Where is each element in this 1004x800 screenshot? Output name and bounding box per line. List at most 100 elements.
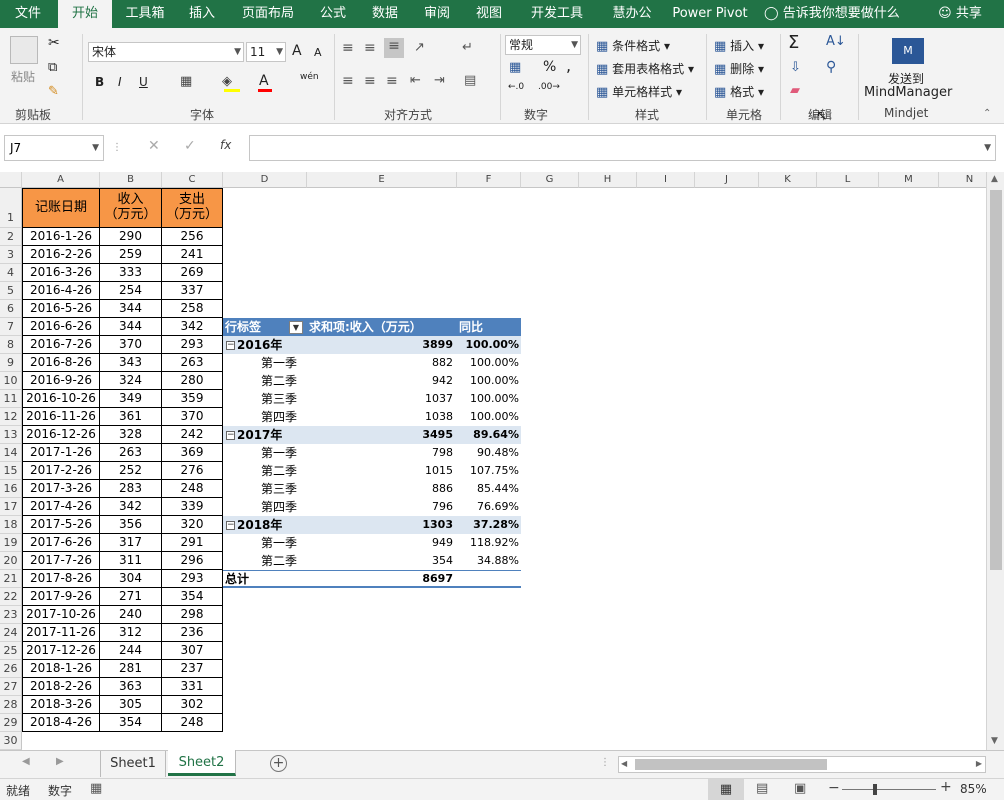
row-header[interactable]: 7	[0, 318, 22, 336]
table-cell[interactable]: 2016-7-26	[22, 336, 100, 354]
insert-cells-button[interactable]: ▦ 插入 ▾	[714, 37, 764, 54]
row-header[interactable]: 24	[0, 624, 22, 642]
table-cell[interactable]: 298	[162, 606, 223, 624]
sheet-prev-icon[interactable]: ◀	[22, 756, 30, 767]
pivot-sum-value[interactable]: 3495	[307, 426, 453, 444]
borders-icon[interactable]: ▦	[180, 74, 192, 89]
table-cell[interactable]: 2017-5-26	[22, 516, 100, 534]
tab-huibangong[interactable]: 慧办公	[602, 0, 662, 28]
sheet-tab-sheet2[interactable]: Sheet2	[168, 750, 236, 776]
sheet-tab-sheet1[interactable]: Sheet1	[100, 751, 166, 777]
row-header[interactable]: 19	[0, 534, 22, 552]
pivot-sum-value[interactable]: 1015	[307, 462, 453, 480]
align-right-icon[interactable]: ≡	[386, 73, 398, 89]
table-cell[interactable]: 2016-10-26	[22, 390, 100, 408]
horizontal-scroll-thumb[interactable]	[635, 759, 827, 770]
table-cell[interactable]: 2017-9-26	[22, 588, 100, 606]
column-header[interactable]: K	[759, 172, 817, 188]
table-cell[interactable]: 263	[100, 444, 162, 462]
table-cell[interactable]: 248	[162, 714, 223, 732]
table-cell[interactable]: 290	[100, 228, 162, 246]
row-header[interactable]: 14	[0, 444, 22, 462]
row-header[interactable]: 28	[0, 696, 22, 714]
insert-function-button[interactable]: fx	[220, 138, 231, 152]
pivot-sum-value[interactable]: 886	[307, 480, 453, 498]
row-header[interactable]: 29	[0, 714, 22, 732]
table-cell[interactable]: 2016-6-26	[22, 318, 100, 336]
page-layout-view-icon[interactable]: ▤	[756, 781, 768, 796]
table-cell[interactable]: 2016-1-26	[22, 228, 100, 246]
delete-cells-button[interactable]: ▦ 删除 ▾	[714, 60, 764, 77]
column-header[interactable]: C	[162, 172, 223, 188]
pivot-sum-value[interactable]: 354	[307, 552, 453, 570]
table-cell[interactable]: 369	[162, 444, 223, 462]
tell-me-box[interactable]: ◯ 告诉我你想要做什么	[764, 0, 914, 28]
pivot-yoy-value[interactable]: 107.75%	[457, 462, 519, 480]
table-cell[interactable]: 2016-8-26	[22, 354, 100, 372]
cell-styles-button[interactable]: ▦ 单元格样式 ▾	[596, 83, 682, 100]
pivot-yoy-value[interactable]: 76.69%	[457, 498, 519, 516]
table-cell[interactable]: 356	[100, 516, 162, 534]
table-cell[interactable]: 283	[100, 480, 162, 498]
increase-indent-icon[interactable]: ⇥	[434, 73, 445, 88]
column-header[interactable]: I	[637, 172, 695, 188]
table-cell[interactable]: 242	[162, 426, 223, 444]
table-cell[interactable]: 2017-8-26	[22, 570, 100, 588]
header-cell-date[interactable]: 记账日期	[22, 188, 100, 228]
table-cell[interactable]: 2017-10-26	[22, 606, 100, 624]
mindmanager-label[interactable]: MindManager	[864, 85, 952, 100]
table-cell[interactable]: 291	[162, 534, 223, 552]
header-cell-income[interactable]: 收入 （万元）	[100, 188, 162, 228]
table-cell[interactable]: 2018-1-26	[22, 660, 100, 678]
header-cell-expense[interactable]: 支出 （万元）	[162, 188, 223, 228]
tab-data[interactable]: 数据	[362, 0, 408, 28]
collapse-icon[interactable]: −	[226, 431, 235, 440]
align-center-icon[interactable]: ≡	[364, 73, 376, 89]
row-header[interactable]: 10	[0, 372, 22, 390]
row-header[interactable]: 8	[0, 336, 22, 354]
pivot-quarter-label[interactable]: 第一季	[261, 534, 297, 552]
pivot-yoy-value[interactable]: 100.00%	[457, 390, 519, 408]
table-cell[interactable]: 2016-9-26	[22, 372, 100, 390]
table-cell[interactable]: 304	[100, 570, 162, 588]
decrease-decimal-icon[interactable]: .00→	[538, 82, 560, 92]
table-cell[interactable]: 333	[100, 264, 162, 282]
table-cell[interactable]: 254	[100, 282, 162, 300]
table-cell[interactable]: 343	[100, 354, 162, 372]
macro-record-icon[interactable]: ▦	[90, 781, 102, 796]
percent-button[interactable]: %	[543, 59, 556, 75]
underline-button[interactable]: U	[139, 75, 148, 89]
select-all-corner[interactable]	[0, 172, 22, 188]
pivot-quarter-label[interactable]: 第二季	[261, 372, 297, 390]
pivot-sum-value[interactable]: 1038	[307, 408, 453, 426]
table-cell[interactable]: 328	[100, 426, 162, 444]
collapse-icon[interactable]: −	[226, 341, 235, 350]
table-cell[interactable]: 2018-3-26	[22, 696, 100, 714]
align-top-icon[interactable]: ≡	[342, 40, 354, 56]
find-select-icon[interactable]: ⚲	[826, 59, 836, 75]
table-cell[interactable]: 349	[100, 390, 162, 408]
table-cell[interactable]: 342	[162, 318, 223, 336]
font-size-combo[interactable]: 11 ▼	[246, 42, 286, 62]
column-header[interactable]: L	[817, 172, 879, 188]
enter-check-icon[interactable]: ✓	[184, 138, 196, 154]
pivot-yoy-value[interactable]: 37.28%	[457, 516, 519, 534]
row-header[interactable]: 13	[0, 426, 22, 444]
table-cell[interactable]: 236	[162, 624, 223, 642]
column-header[interactable]: D	[223, 172, 307, 188]
align-bottom-icon[interactable]: ≡	[384, 38, 404, 58]
table-cell[interactable]: 324	[100, 372, 162, 390]
zoom-slider-thumb[interactable]	[873, 784, 877, 795]
format-as-table-button[interactable]: ▦ 套用表格格式 ▾	[596, 60, 694, 77]
decrease-indent-icon[interactable]: ⇤	[410, 73, 421, 88]
row-header[interactable]: 20	[0, 552, 22, 570]
phonetic-button[interactable]: wén	[300, 72, 319, 82]
pivot-yoy-value[interactable]: 34.88%	[457, 552, 519, 570]
table-cell[interactable]: 271	[100, 588, 162, 606]
zoom-in-icon[interactable]: +	[940, 779, 952, 795]
row-header[interactable]: 5	[0, 282, 22, 300]
table-cell[interactable]: 269	[162, 264, 223, 282]
pivot-sum-value[interactable]: 882	[307, 354, 453, 372]
wrap-text-icon[interactable]: ↵	[462, 40, 473, 55]
number-format-combo[interactable]: 常规 ▼	[505, 35, 581, 55]
